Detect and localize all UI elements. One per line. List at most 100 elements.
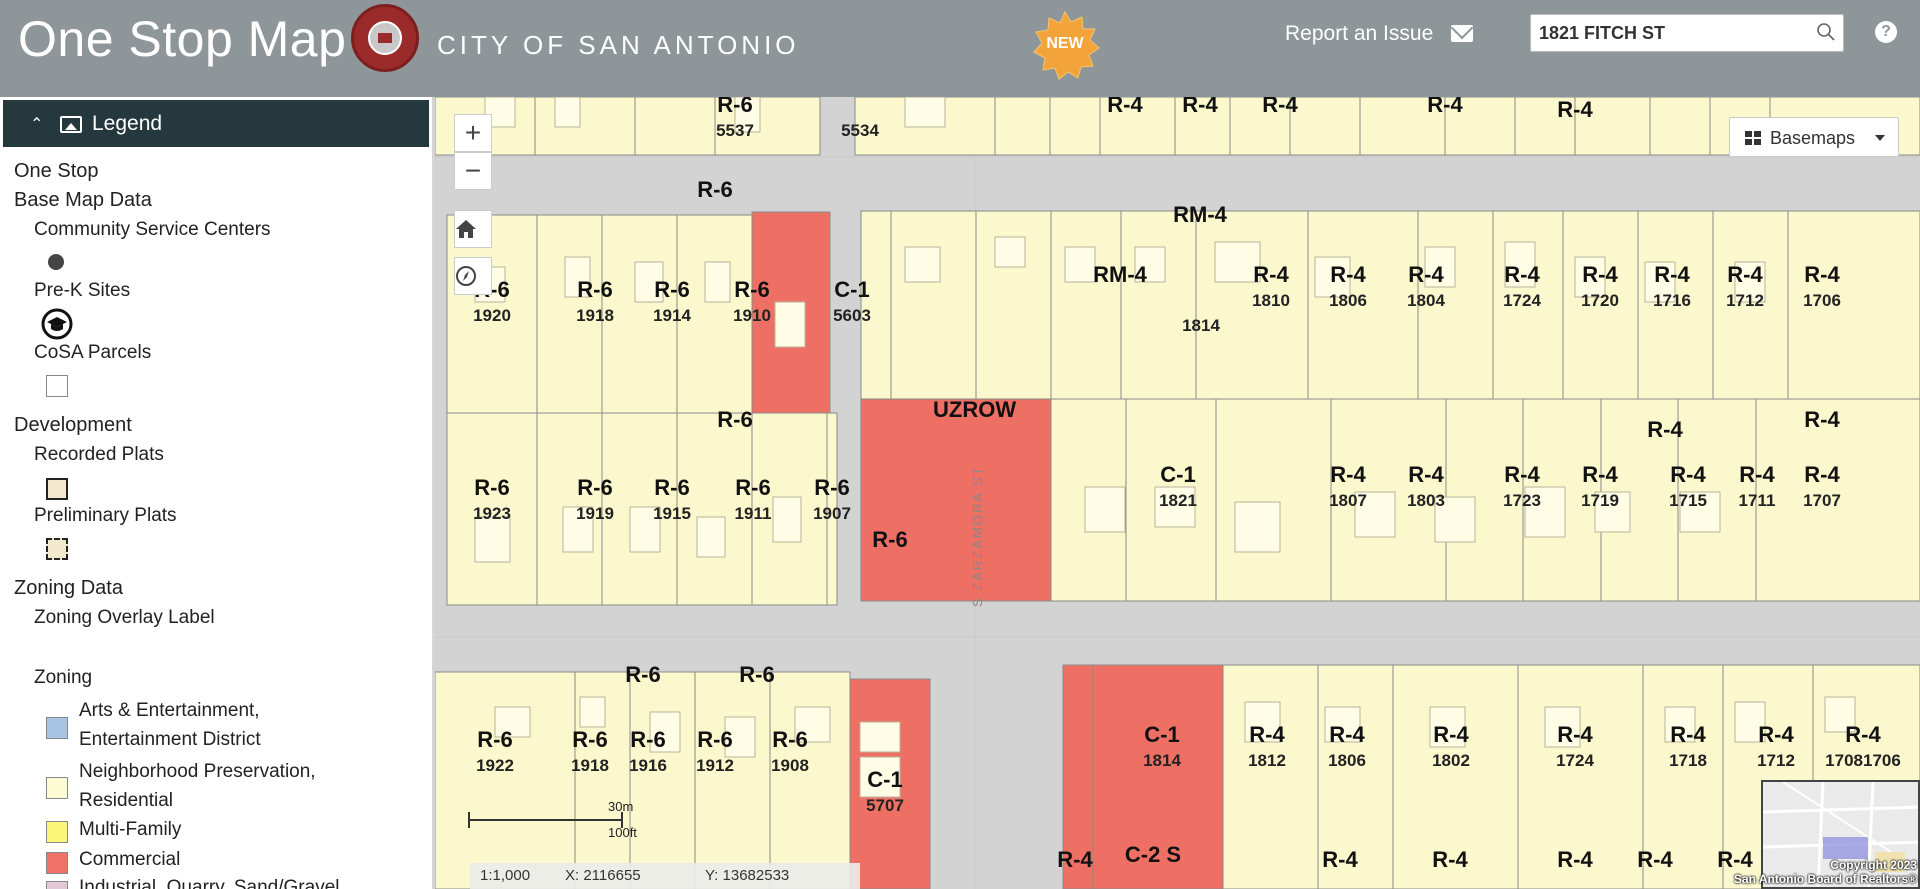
parcel-number-32: 1916 <box>629 756 667 775</box>
recorded-plats-swatch <box>46 478 68 500</box>
zoning-label-4: C-1 <box>834 277 869 302</box>
parcel-number-30: 1922 <box>476 756 514 775</box>
copyright-line-1: Copyright 2023 <box>1830 858 1917 872</box>
report-issue-link[interactable]: Report an Issue <box>1285 22 1433 46</box>
zoning-label-28: R-4 <box>1739 462 1775 487</box>
legend-community-service-centers: Community Service Centers <box>34 219 271 240</box>
zoning-label-27: R-4 <box>1670 462 1706 487</box>
legend-cosa-parcels: CoSA Parcels <box>34 342 152 363</box>
basemaps-button[interactable]: Basemaps <box>1729 117 1899 157</box>
parcel-number-38: 1806 <box>1328 751 1366 770</box>
coord-y: Y: 13682533 <box>705 867 790 884</box>
parcel-number-28: 1711 <box>1739 491 1776 510</box>
legend-header[interactable]: ⌃ Legend <box>3 100 429 147</box>
search-box <box>1530 14 1844 52</box>
mail-icon[interactable] <box>1451 25 1473 42</box>
parcel-number-26: 1719 <box>1581 491 1619 510</box>
parcel-10 <box>1289 97 1361 156</box>
zoning-label-6: R-6 <box>577 475 612 500</box>
community-center-dot-icon <box>48 254 64 270</box>
legend-panel: ⌃ Legend One Stop Base Map Data Communit… <box>0 97 432 889</box>
building-30 <box>579 696 606 728</box>
zoning-label-industrial: Industrial, Quarry, Sand/Gravel <box>79 877 340 889</box>
zoning-label-arts-1: Arts & Entertainment, <box>79 700 260 721</box>
legend-zoning-overlay-label: Zoning Overlay Label <box>34 607 215 628</box>
parcel-51 <box>860 398 1052 602</box>
legend-development: Development <box>14 414 132 436</box>
zoning-label-24: R-4 <box>1408 462 1444 487</box>
building-34 <box>859 721 901 753</box>
scale-meters: 30m <box>608 799 634 814</box>
zoning-label-32: R-6 <box>630 727 665 752</box>
zoning-label-23: R-4 <box>1330 462 1366 487</box>
building-8 <box>696 516 726 558</box>
scale-bar: 30m 100ft <box>468 799 637 849</box>
city-seal-icon <box>351 4 419 72</box>
map-layer[interactable]: S ZARZAMORA ST UZROW R-6 1920 R-6 1918 R-6 1914… <box>435 97 1920 889</box>
parcel-number-19: 1716 <box>1653 291 1691 310</box>
parcel-54 <box>629 671 696 889</box>
parcel-number-17: 1724 <box>1503 291 1541 310</box>
grid-icon <box>1745 131 1761 145</box>
zoning-label-residential-1: Neighborhood Preservation, <box>79 761 316 782</box>
parcel-number-35: 5707 <box>866 796 904 815</box>
zoning-label-3: R-6 <box>734 277 769 302</box>
parcel-number-34: 1908 <box>771 756 809 775</box>
parcel-number-3: 1910 <box>733 306 771 325</box>
copyright-notice: Copyright 2023 San Antonio Board of Real… <box>1705 858 1917 886</box>
home-icon <box>456 220 476 238</box>
parcel-number-42: 1712 <box>1757 751 1795 770</box>
zoning-label-12: RM-4 <box>1093 262 1148 287</box>
zoning-label-30: R-6 <box>477 727 512 752</box>
legend-title: Legend <box>92 112 163 135</box>
zoning-label-extra-7: R-4 <box>1647 417 1683 442</box>
zoning-swatch-commercial <box>46 852 68 874</box>
app-title: One Stop Map <box>18 11 347 67</box>
chevron-up-icon[interactable]: ⌃ <box>30 114 43 134</box>
caret-down-icon <box>1875 135 1885 141</box>
new-badge[interactable]: NEW <box>1030 10 1100 80</box>
parcel-number-20: 1712 <box>1726 291 1764 310</box>
zoning-swatch-industrial <box>46 881 68 889</box>
coordinates-bar: 1:1,000 X: 2116655 Y: 13682533 <box>470 863 860 889</box>
parcel-2 <box>634 97 716 156</box>
zoom-in-button[interactable]: + <box>454 114 492 152</box>
zoning-label-15: R-4 <box>1330 262 1366 287</box>
image-icon <box>60 116 82 133</box>
search-icon[interactable] <box>1816 22 1836 42</box>
header-bar: One Stop Map CITY OF SAN ANTONIO NEW Rep… <box>0 0 1920 97</box>
zoning-label-extra-6: R-4 <box>1804 407 1840 432</box>
zoning-label-25: R-4 <box>1504 462 1540 487</box>
parcel-number-43: 17081706 <box>1825 751 1901 770</box>
zoning-label-extra-15: R-4 <box>1427 97 1463 117</box>
legend-zoning: Zoning <box>34 667 93 688</box>
building-11 <box>994 236 1026 268</box>
zoning-label-extra-2: R-4 <box>1432 847 1468 872</box>
map-canvas[interactable]: S ZARZAMORA ST UZROW R-6 1920 R-6 1918 R-6 1914… <box>435 97 1920 889</box>
zoning-swatch-arts <box>46 717 68 739</box>
building-23 <box>1234 501 1281 553</box>
search-input[interactable] <box>1539 21 1799 45</box>
zoning-label-10: R-6 <box>872 527 907 552</box>
parcel-number-24: 1803 <box>1407 491 1445 510</box>
parcel-5 <box>994 97 1051 156</box>
help-icon[interactable]: ? <box>1875 21 1897 43</box>
building-5 <box>474 516 511 563</box>
home-button[interactable] <box>454 210 492 248</box>
zoning-label-extra-4: R-4 <box>1637 847 1673 872</box>
zoning-label-37: R-4 <box>1249 722 1285 747</box>
parcel-56 <box>769 671 851 889</box>
locate-button[interactable] <box>454 257 492 295</box>
zoning-label-2: R-6 <box>654 277 689 302</box>
coord-x: X: 2116655 <box>565 867 641 884</box>
zoning-label-extra-14: R-4 <box>1262 97 1298 117</box>
parcel-number-40: 1724 <box>1556 751 1594 770</box>
parcel-30 <box>890 210 977 400</box>
zoom-out-button[interactable]: − <box>454 152 492 190</box>
zoning-swatch-multifamily <box>46 821 68 843</box>
building-44 <box>554 97 581 128</box>
zoning-label-extra-9: R-6 <box>625 662 660 687</box>
parcel-55 <box>694 671 771 889</box>
parcel-number-46: 5534 <box>841 121 879 140</box>
parcel-number-18: 1720 <box>1581 291 1619 310</box>
